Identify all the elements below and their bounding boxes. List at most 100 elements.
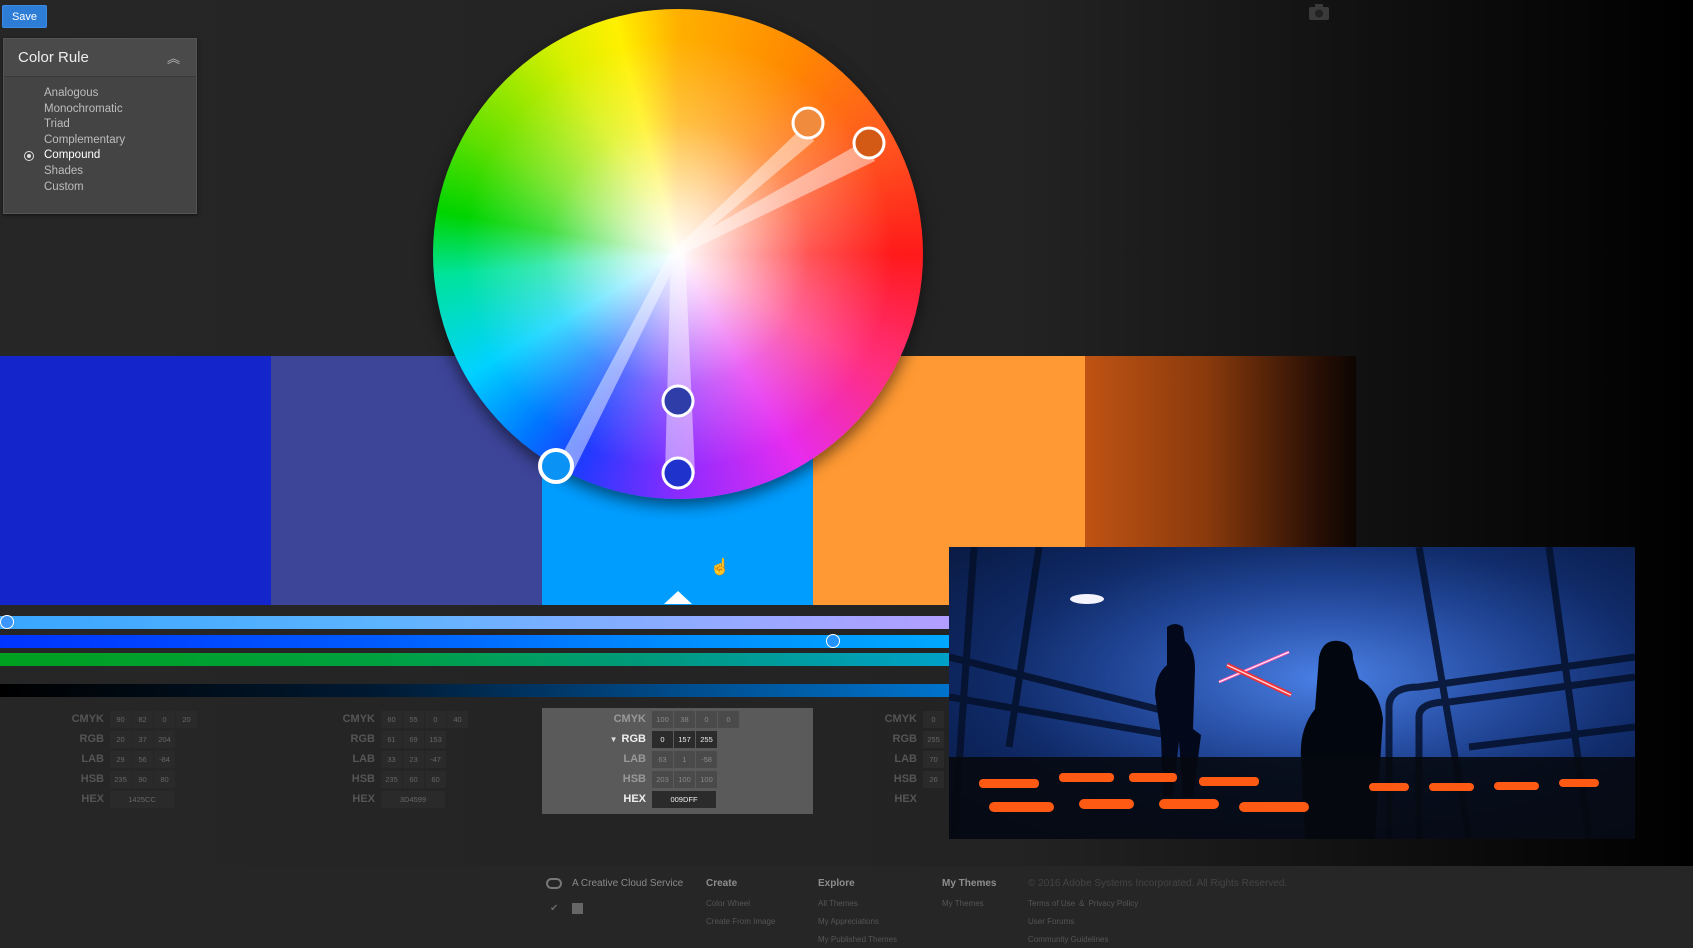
blue-slider[interactable] bbox=[0, 684, 950, 697]
footer-link-terms[interactable]: Terms of Use bbox=[1028, 899, 1075, 917]
double-chevron-up-icon[interactable]: ︽ bbox=[167, 48, 180, 67]
value-field[interactable]: 0 bbox=[718, 710, 739, 728]
lab-label: LAB bbox=[894, 753, 917, 765]
value-field[interactable]: 100 bbox=[652, 710, 673, 728]
value-field[interactable]: 55 bbox=[403, 710, 424, 728]
creative-cloud-icon[interactable] bbox=[546, 878, 562, 889]
value-field[interactable]: 63 bbox=[652, 750, 673, 768]
value-field[interactable]: 80 bbox=[154, 770, 175, 788]
hex-field[interactable]: 3D4599 bbox=[381, 790, 445, 808]
value-field[interactable]: 61 bbox=[381, 730, 402, 748]
value-field[interactable]: 90 bbox=[132, 770, 153, 788]
value-field[interactable]: 60 bbox=[381, 710, 402, 728]
twitter-icon[interactable]: ✔ bbox=[550, 903, 558, 914]
save-button[interactable]: Save bbox=[2, 5, 47, 28]
rule-option-analogous[interactable]: Analogous bbox=[4, 86, 196, 102]
footer-create-title: Create bbox=[706, 878, 738, 889]
value-field[interactable]: 100 bbox=[696, 770, 717, 788]
value-field[interactable]: 33 bbox=[381, 750, 402, 768]
rule-option-complementary[interactable]: Complementary bbox=[4, 133, 196, 149]
color-wheel[interactable] bbox=[433, 9, 923, 499]
value-field[interactable]: 56 bbox=[132, 750, 153, 768]
hex-label: HEX bbox=[81, 793, 104, 805]
value-field[interactable]: 20 bbox=[176, 710, 197, 728]
value-field[interactable]: 157 bbox=[674, 730, 695, 748]
wheel-handle-4[interactable] bbox=[791, 106, 825, 140]
hex-field[interactable]: 1425CC bbox=[110, 790, 174, 808]
value-field[interactable]: 235 bbox=[381, 770, 402, 788]
hex-row: HEX bbox=[813, 789, 923, 809]
value-field[interactable]: 1 bbox=[674, 750, 695, 768]
color-values-2: CMYK 60 55 0 40 RGB 61 69 153 LAB 33 23 -47 HSB 235… bbox=[271, 708, 542, 814]
value-field[interactable]: 204 bbox=[154, 730, 175, 748]
lab-row: LAB 33 23 -47 bbox=[271, 749, 447, 769]
rgb-label[interactable]: ▼ RGB bbox=[542, 733, 652, 745]
value-field[interactable]: 153 bbox=[425, 730, 446, 748]
footer-link-color-wheel[interactable]: Color Wheel bbox=[706, 899, 775, 917]
rule-option-shades[interactable]: Shades bbox=[4, 164, 196, 180]
value-field[interactable]: 26 bbox=[923, 770, 944, 788]
value-field[interactable]: 90 bbox=[110, 710, 131, 728]
rule-option-custom[interactable]: Custom bbox=[4, 180, 196, 196]
value-field[interactable]: 82 bbox=[132, 710, 153, 728]
value-field[interactable]: 69 bbox=[403, 730, 424, 748]
brightness-slider-thumb[interactable] bbox=[0, 615, 14, 629]
value-field[interactable]: 37 bbox=[132, 730, 153, 748]
value-field[interactable]: -58 bbox=[696, 750, 717, 768]
lab-label: LAB bbox=[623, 753, 646, 765]
value-field[interactable]: 40 bbox=[447, 710, 468, 728]
rule-option-monochromatic[interactable]: Monochromatic bbox=[4, 102, 196, 118]
value-field[interactable]: 60 bbox=[425, 770, 446, 788]
wheel-handle-base[interactable] bbox=[538, 448, 574, 484]
rule-option-label: Complementary bbox=[44, 133, 126, 146]
color-wheel-handles[interactable] bbox=[433, 9, 923, 499]
value-field[interactable]: 38 bbox=[674, 710, 695, 728]
value-field[interactable]: 0 bbox=[652, 730, 673, 748]
value-field[interactable]: 29 bbox=[110, 750, 131, 768]
rule-option-compound[interactable]: Compound bbox=[4, 148, 196, 164]
wheel-handle-1[interactable] bbox=[661, 456, 695, 490]
active-swatch-indicator bbox=[664, 591, 692, 604]
value-field[interactable]: 60 bbox=[403, 770, 424, 788]
value-field[interactable]: 255 bbox=[923, 730, 944, 748]
footer-link-user-forums[interactable]: User Forums bbox=[1028, 917, 1287, 935]
value-field[interactable]: 235 bbox=[110, 770, 131, 788]
facebook-icon[interactable] bbox=[572, 903, 584, 914]
value-field[interactable]: 23 bbox=[403, 750, 424, 768]
footer-link-create-from-image[interactable]: Create From Image bbox=[706, 917, 775, 935]
wheel-handle-2[interactable] bbox=[661, 384, 695, 418]
color-swatch-1[interactable] bbox=[0, 356, 271, 605]
value-field[interactable]: 203 bbox=[652, 770, 673, 788]
hex-row: HEX 009DFF bbox=[542, 789, 717, 809]
color-rule-header[interactable]: Color Rule ︽ bbox=[4, 39, 196, 77]
red-slider-thumb[interactable] bbox=[826, 634, 840, 648]
footer-explore: Explore All Themes My Appreciations My P… bbox=[818, 878, 897, 948]
green-slider[interactable] bbox=[0, 653, 950, 666]
value-field[interactable]: 20 bbox=[110, 730, 131, 748]
brightness-slider[interactable] bbox=[0, 616, 950, 629]
value-field[interactable]: 0 bbox=[154, 710, 175, 728]
footer-link-all-themes[interactable]: All Themes bbox=[818, 899, 897, 917]
rule-option-triad[interactable]: Triad bbox=[4, 117, 196, 133]
camera-icon[interactable] bbox=[1308, 3, 1330, 21]
footer-link-my-themes[interactable]: My Themes bbox=[942, 899, 996, 917]
footer-link-privacy[interactable]: Privacy Policy bbox=[1088, 899, 1138, 917]
wheel-handle-5[interactable] bbox=[852, 126, 886, 160]
hsb-label: HSB bbox=[80, 773, 104, 785]
value-field[interactable]: 0 bbox=[696, 710, 717, 728]
footer-link-separator: & bbox=[1079, 899, 1085, 908]
hex-field[interactable]: 009DFF bbox=[652, 790, 716, 808]
rgb-label: RGB bbox=[350, 733, 375, 745]
value-field[interactable]: -84 bbox=[154, 750, 175, 768]
footer-link-community-guidelines[interactable]: Community Guidelines bbox=[1028, 935, 1287, 948]
value-field[interactable]: 70 bbox=[923, 750, 944, 768]
footer-link-my-published-themes[interactable]: My Published Themes bbox=[818, 935, 897, 948]
value-field[interactable]: 100 bbox=[674, 770, 695, 788]
footer-link-my-appreciations[interactable]: My Appreciations bbox=[818, 917, 897, 935]
value-field[interactable]: -47 bbox=[425, 750, 446, 768]
value-field[interactable]: 0 bbox=[923, 710, 944, 728]
value-field[interactable]: 255 bbox=[696, 730, 717, 748]
value-field[interactable]: 0 bbox=[425, 710, 446, 728]
rgb-row: RGB 20 37 204 bbox=[0, 729, 176, 749]
red-slider[interactable] bbox=[0, 635, 950, 648]
